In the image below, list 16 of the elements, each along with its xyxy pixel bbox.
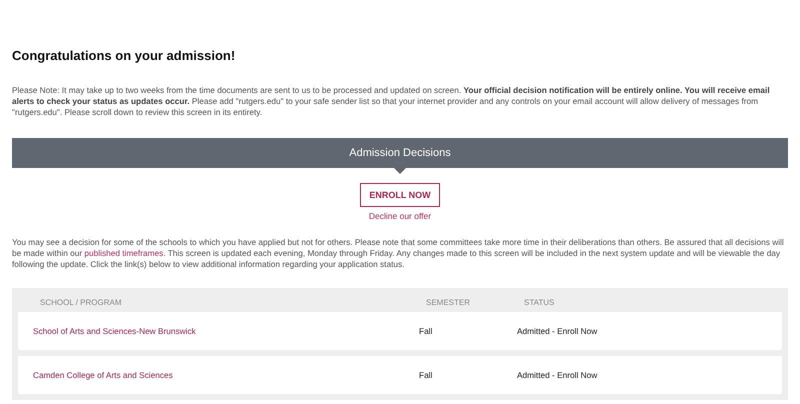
school-link[interactable]: Camden College of Arts and Sciences xyxy=(33,370,419,380)
column-header: SEMESTER xyxy=(426,298,472,306)
page-title: Congratulations on your admission! xyxy=(12,48,236,63)
enroll-button[interactable]: ENROLL NOW xyxy=(360,183,440,207)
school-link[interactable]: School of Arts and Sciences-New Brunswick xyxy=(33,326,419,336)
semester-cell-text: Fall xyxy=(419,370,434,380)
info-paragraph: You may see a decision for some of the schools to which you have applied but not for others. Please note that some committees take more time in their deliberations than others. Be assured that all decisions will be made within our published timeframes. This screen is updated each evening, Monday through Friday. Any changes made to this screen will be included in the next system update and will be viewable the day following the update. Click the link(s) below to view additional information regarding your application status. xyxy=(12,237,785,270)
note-paragraph: Please Note: It may take up to two weeks from the time documents are sent to us to be processed and updated on screen. Your official decision notification will be entirely online. You will receive email alerts to check your status as updates occur. Please add "rutgers.edu" to your safe sender list so that your internet provider and any controls on your email account will allow delivery of messages from "rutgers.edu". Please scroll down to review this screen in its entirety. xyxy=(12,85,771,118)
timeframes-link[interactable]: published timeframes xyxy=(84,248,164,258)
status-cell-text: Admitted - Enroll Now xyxy=(517,370,598,380)
column-header: STATUS xyxy=(524,298,556,306)
status-cell-text: Admitted - Enroll Now xyxy=(517,326,598,336)
decline-link[interactable]: Decline our offer xyxy=(368,211,432,221)
banner-title: Admission Decisions xyxy=(349,147,451,159)
semester-cell-text: Fall xyxy=(419,326,434,336)
column-header: SCHOOL / PROGRAM xyxy=(40,298,122,306)
